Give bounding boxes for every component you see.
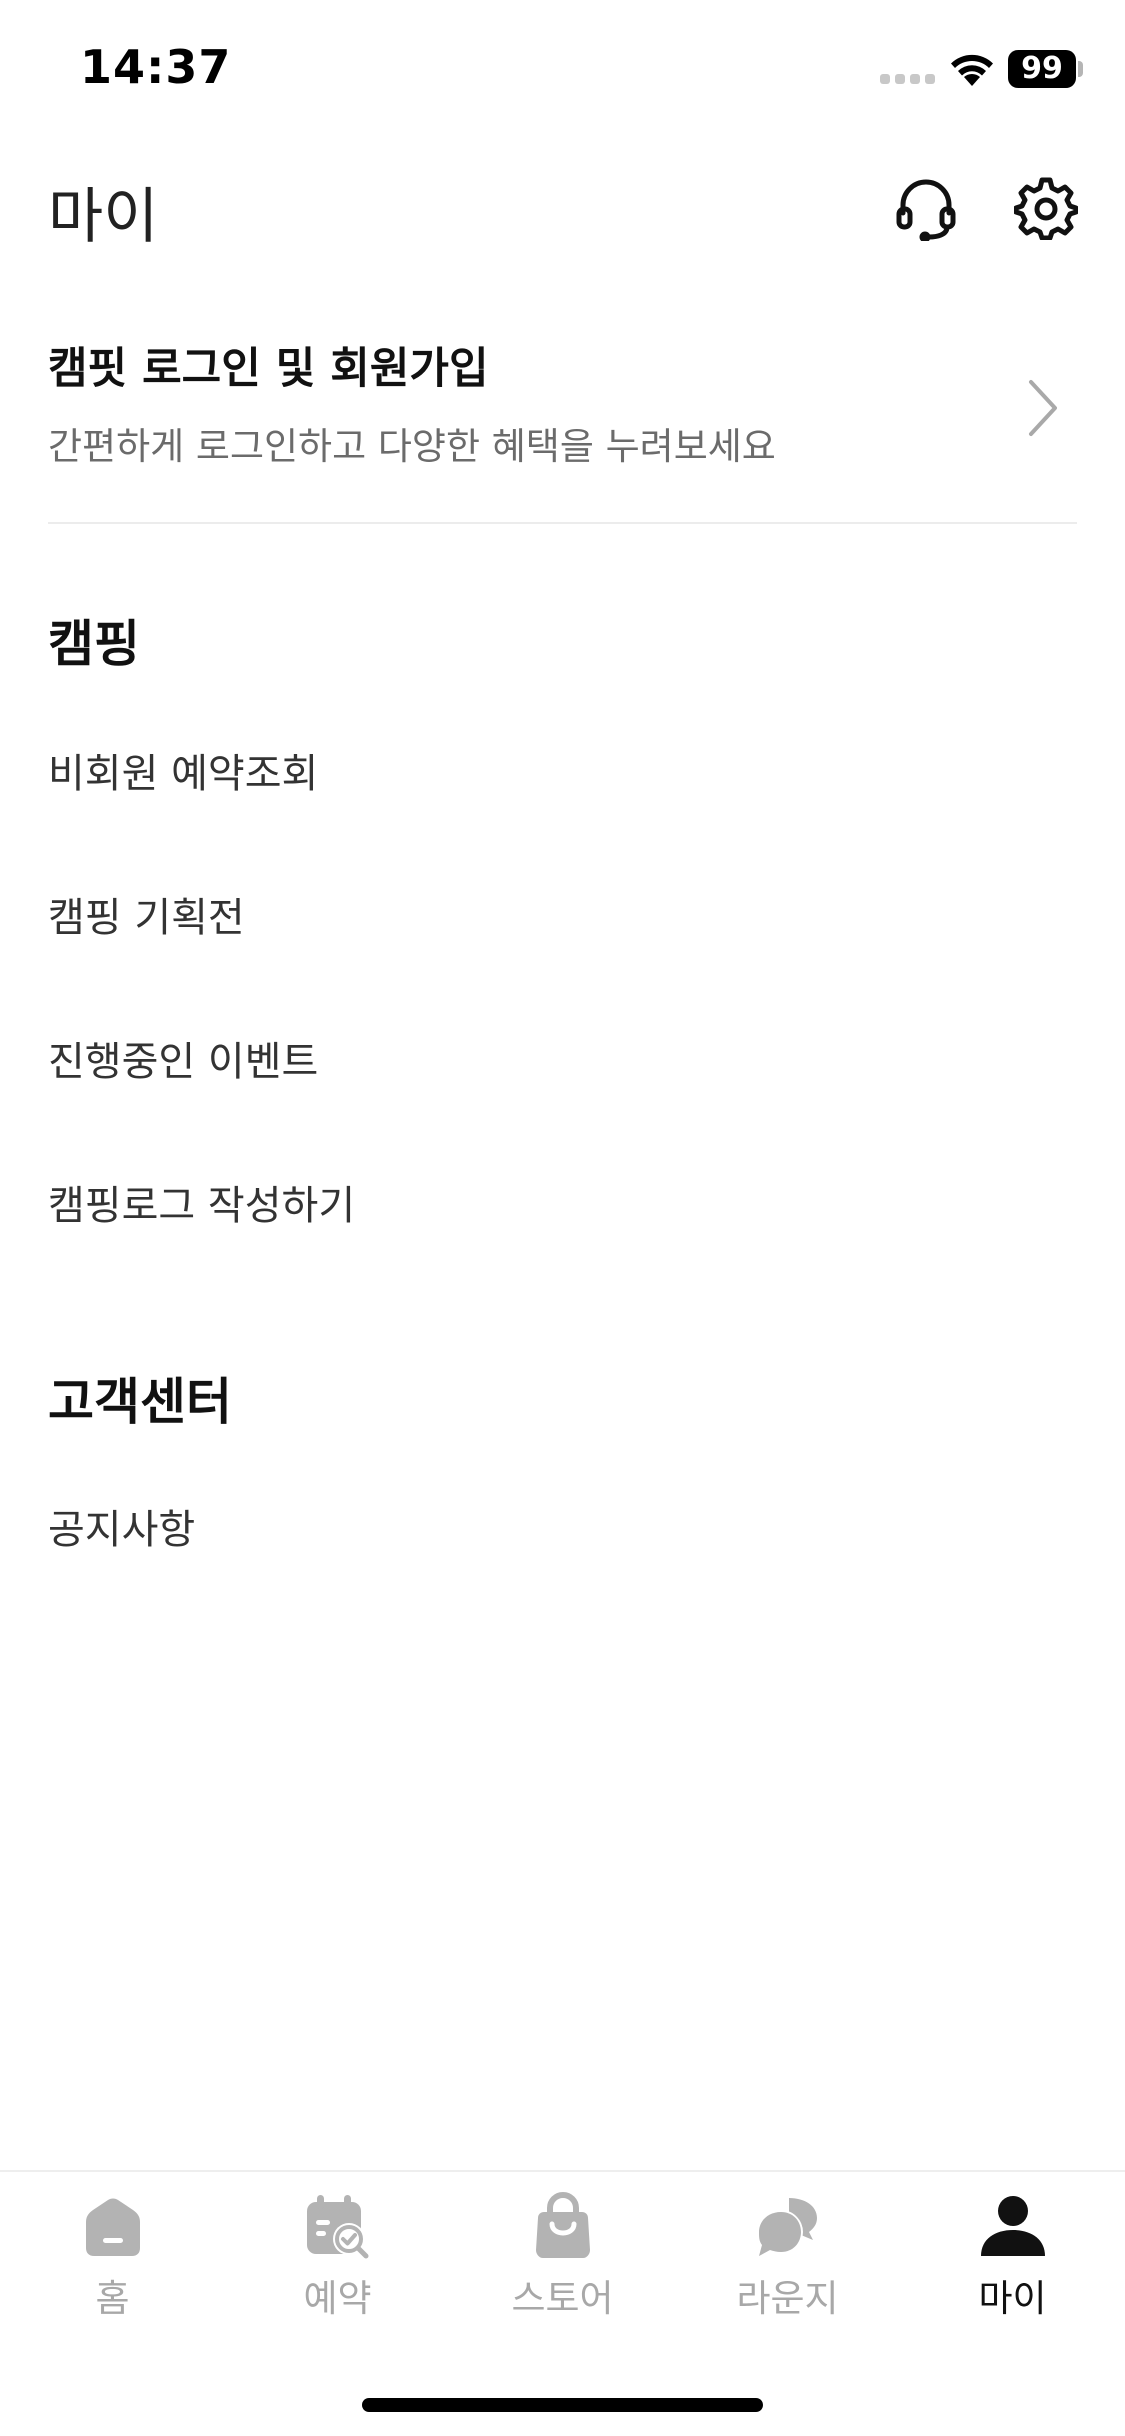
chat-bubbles-icon bbox=[758, 2198, 817, 2256]
status-bar: 14:37 99 bbox=[0, 0, 1125, 140]
login-subtitle: 간편하게 로그인하고 다양한 혜택을 누려보세요 bbox=[48, 425, 776, 468]
menu-item-nonmember-reservation[interactable]: 비회원 예약조회 bbox=[48, 724, 1077, 824]
tab-store[interactable]: 스토어 bbox=[450, 2192, 675, 2342]
headset-icon[interactable] bbox=[890, 172, 962, 244]
login-signup-banner[interactable]: 캠핏 로그인 및 회원가입 간편하게 로그인하고 다양한 혜택을 누려보세요 bbox=[48, 320, 1077, 524]
menu-item-notices[interactable]: 공지사항 bbox=[48, 1480, 1077, 1580]
shopping-bag-icon bbox=[535, 2192, 590, 2258]
tab-lounge[interactable]: 라운지 bbox=[675, 2192, 900, 2342]
tab-reservation[interactable]: 예약 bbox=[225, 2192, 450, 2342]
section-title-customer-center: 고객센터 bbox=[48, 1373, 232, 1431]
tab-label-lounge: 라운지 bbox=[736, 2277, 839, 2320]
tab-my[interactable]: 마이 bbox=[900, 2192, 1125, 2342]
person-icon bbox=[980, 2196, 1045, 2256]
section-title-camping: 캠핑 bbox=[48, 615, 140, 673]
page-title: 마이 bbox=[48, 182, 159, 252]
tab-home[interactable]: 홈 bbox=[0, 2192, 225, 2342]
menu-item-camping-exhibition[interactable]: 캠핑 기획전 bbox=[48, 868, 1077, 968]
menu-item-write-camping-log[interactable]: 캠핑로그 작성하기 bbox=[48, 1156, 1077, 1256]
home-icon bbox=[85, 2198, 140, 2256]
cellular-signal-icon bbox=[880, 74, 936, 84]
battery-level: 99 bbox=[1008, 50, 1076, 88]
menu-item-ongoing-events[interactable]: 진행중인 이벤트 bbox=[48, 1012, 1077, 1112]
login-title: 캠핏 로그인 및 회원가입 bbox=[48, 344, 489, 394]
tab-label-home: 홈 bbox=[95, 2277, 130, 2320]
battery-tip bbox=[1078, 61, 1083, 77]
tab-label-reservation: 예약 bbox=[303, 2277, 372, 2320]
app-screen: 14:37 99 마이 캠핏 로그인 및 회원가입 간편하게 로그인하고 다양한… bbox=[0, 0, 1125, 2436]
chevron-right-icon bbox=[1029, 380, 1057, 436]
calendar-check-icon bbox=[306, 2195, 368, 2259]
bottom-tab-bar: 홈 예약 스토어 라운지 마이 bbox=[0, 2170, 1125, 2436]
tab-label-my: 마이 bbox=[978, 2277, 1047, 2320]
settings-gear-icon[interactable] bbox=[1010, 172, 1082, 244]
status-time: 14:37 bbox=[80, 40, 232, 94]
tab-label-store: 스토어 bbox=[511, 2277, 614, 2320]
home-indicator bbox=[362, 2398, 763, 2412]
wifi-icon bbox=[951, 54, 993, 86]
